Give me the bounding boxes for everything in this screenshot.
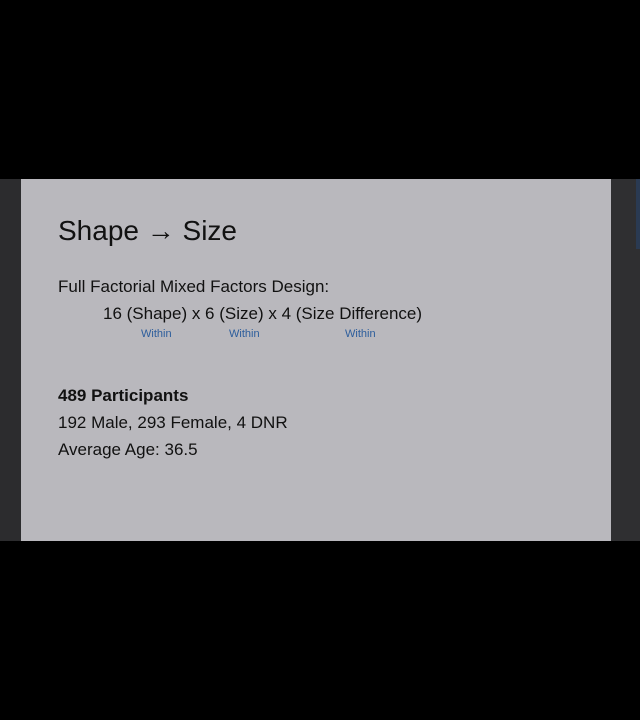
participants-demographics: 192 Male, 293 Female, 4 DNR <box>58 413 288 432</box>
slide-title: Shape → Size <box>58 215 237 246</box>
design-formula: 16 (Shape) x 6 (Size) x 4 (Size Differen… <box>103 304 423 323</box>
video-frame: Shape → Size Full Factorial Mixed Factor… <box>0 0 640 720</box>
right-window-edge <box>611 179 640 541</box>
participants-average-age: Average Age: 36.5 <box>58 440 198 459</box>
design-label: Full Factorial Mixed Factors Design: <box>58 277 330 296</box>
factor-type-size-difference: Within <box>345 328 376 340</box>
factor-type-size: Within <box>229 328 260 340</box>
right-window-accent <box>636 179 640 249</box>
participants-count: 489 Participants <box>58 386 189 405</box>
presentation-slide: Shape → Size Full Factorial Mixed Factor… <box>21 179 611 541</box>
left-window-edge <box>0 179 21 541</box>
factor-type-shape: Within <box>141 328 172 340</box>
